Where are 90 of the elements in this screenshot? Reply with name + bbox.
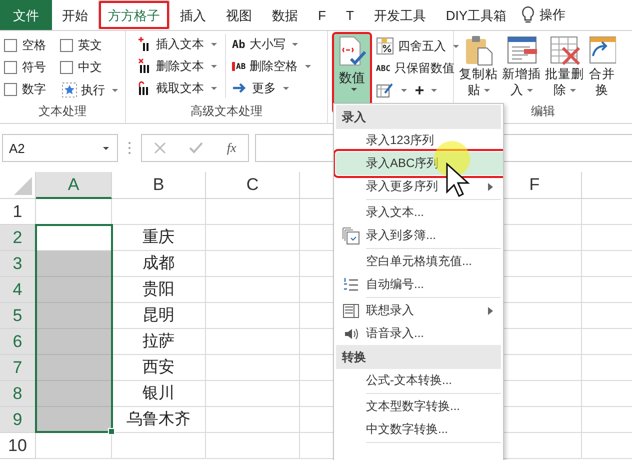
menu-item[interactable]: 录入文本... <box>336 201 501 224</box>
checkbox-option[interactable]: 符号 <box>4 58 60 76</box>
menu-item[interactable]: 录入123序列 <box>336 129 501 152</box>
checkbox-option[interactable]: 空格 <box>4 36 60 54</box>
table-arrow-icon <box>588 34 616 66</box>
row-header[interactable]: 3 <box>0 251 36 277</box>
selected-cell[interactable] <box>36 355 112 381</box>
menu-item[interactable]: 自动编号... <box>336 273 501 296</box>
selected-cell[interactable] <box>36 251 112 277</box>
edit-tool-button[interactable]: 复制粘 贴 <box>458 34 499 98</box>
checkbox-option[interactable]: 中文 <box>60 58 120 76</box>
text-tool-button[interactable]: Ab 大小写 <box>230 34 313 54</box>
number-tool-button[interactable]: 四舍五入 <box>374 36 461 56</box>
cross-bars-icon <box>138 58 152 74</box>
column-header[interactable]: A <box>36 172 112 199</box>
tell-me-search[interactable]: 操作 <box>540 6 566 24</box>
selected-cell[interactable] <box>36 277 112 303</box>
checkbox-option[interactable]: 数字 <box>4 80 60 98</box>
run-button[interactable]: 执行 <box>60 80 120 100</box>
menu-item[interactable]: 空白单元格填充值... <box>336 250 501 273</box>
speaker-icon <box>344 328 358 340</box>
text-tool-button[interactable]: AB 删除空格 <box>230 56 313 76</box>
submenu-arrow-icon <box>488 182 493 190</box>
ribbon-tab[interactable]: 视图 <box>216 0 262 30</box>
row-header[interactable]: 7 <box>0 355 36 381</box>
submenu-arrow-icon <box>488 306 493 314</box>
group-label: 高级文本处理 <box>190 103 262 120</box>
row-header[interactable]: 2 <box>0 225 36 251</box>
row-header[interactable]: 5 <box>0 303 36 329</box>
menu-item[interactable]: 录入到多簿... <box>336 224 501 247</box>
text-tool-button[interactable]: 更多 <box>230 78 313 98</box>
add-button[interactable]: + <box>413 80 440 100</box>
menu-item[interactable]: 中文数字转换... <box>336 418 501 441</box>
document-check-icon <box>337 36 367 68</box>
table-insert-icon <box>506 34 538 66</box>
file-tab[interactable]: 文件 <box>0 0 52 30</box>
menu-section-header: 转换 <box>336 345 501 369</box>
ribbon-tab[interactable]: 方方格子 <box>98 0 170 30</box>
ribbon-tab[interactable]: 插入 <box>170 0 216 30</box>
row-header[interactable]: 9 <box>0 407 36 433</box>
table-cell: 重庆 <box>112 225 206 251</box>
edit-tool-button[interactable]: 新增插 入 <box>501 34 542 98</box>
cancel-icon[interactable] <box>154 142 166 154</box>
table-cell: 西安 <box>112 355 206 381</box>
text-tool-button[interactable]: 删除文本 <box>136 56 219 76</box>
table-delete-icon <box>548 34 580 66</box>
menu-item[interactable]: 联想录入 <box>336 299 501 322</box>
table-cell: 昆明 <box>112 303 206 329</box>
selected-cell[interactable] <box>36 381 112 407</box>
row-header[interactable]: 10 <box>0 433 36 459</box>
stacked-sheets-icon <box>342 226 360 244</box>
checkmark-icon[interactable] <box>189 142 204 154</box>
drag-handle-icon[interactable] <box>128 141 131 155</box>
menu-item[interactable]: 文本型数字转换... <box>336 395 501 418</box>
column-header[interactable]: B <box>112 172 206 199</box>
ribbon-tab[interactable]: DIY工具箱 <box>436 0 517 30</box>
selected-cell[interactable] <box>36 329 112 355</box>
menu-item[interactable]: 公式-文本转换... <box>336 369 501 392</box>
text-tool-button[interactable]: 截取文本 <box>136 78 219 98</box>
edit-tool-button[interactable]: 合并 换 <box>587 34 617 98</box>
ribbon-tab[interactable]: 开始 <box>52 0 98 30</box>
name-box[interactable]: A2 <box>2 134 118 162</box>
group-label: 文本处理 <box>38 103 86 120</box>
lightbulb-icon <box>520 6 535 24</box>
right-arrow-icon <box>232 82 248 94</box>
row-header[interactable]: 6 <box>0 329 36 355</box>
checkbox-option[interactable]: 英文 <box>60 36 120 54</box>
ribbon-tab[interactable]: 开发工具 <box>364 0 436 30</box>
pencil-grid-icon <box>376 82 394 98</box>
ribbon-tab[interactable]: T <box>336 0 364 30</box>
ribbon-tab[interactable]: 数据 <box>262 0 308 30</box>
group-label: 编辑 <box>531 103 555 120</box>
menu-section-header: 录入 <box>336 105 501 129</box>
number-tool-button[interactable]: ABC 只保留数值 <box>374 58 461 78</box>
list-box-icon <box>343 304 359 318</box>
row-header[interactable]: 8 <box>0 381 36 407</box>
table-cell: 成都 <box>112 251 206 277</box>
edit-tool-button[interactable]: 批量删 除 <box>544 34 585 98</box>
table-cell: 贵阳 <box>112 277 206 303</box>
percent-grid-icon <box>376 37 394 55</box>
numbered-list-icon <box>343 276 359 292</box>
table-cell: 银川 <box>112 381 206 407</box>
text-tool-button[interactable]: 插入文本 <box>136 34 219 54</box>
insert-function-button[interactable]: fx <box>226 140 236 156</box>
column-header[interactable]: C <box>206 172 300 199</box>
table-cell: 拉萨 <box>112 329 206 355</box>
menu-item[interactable]: 语音录入... <box>336 322 501 345</box>
row-header[interactable]: 4 <box>0 277 36 303</box>
ribbon-tab[interactable]: F <box>308 0 336 30</box>
selected-cell[interactable] <box>36 303 112 329</box>
